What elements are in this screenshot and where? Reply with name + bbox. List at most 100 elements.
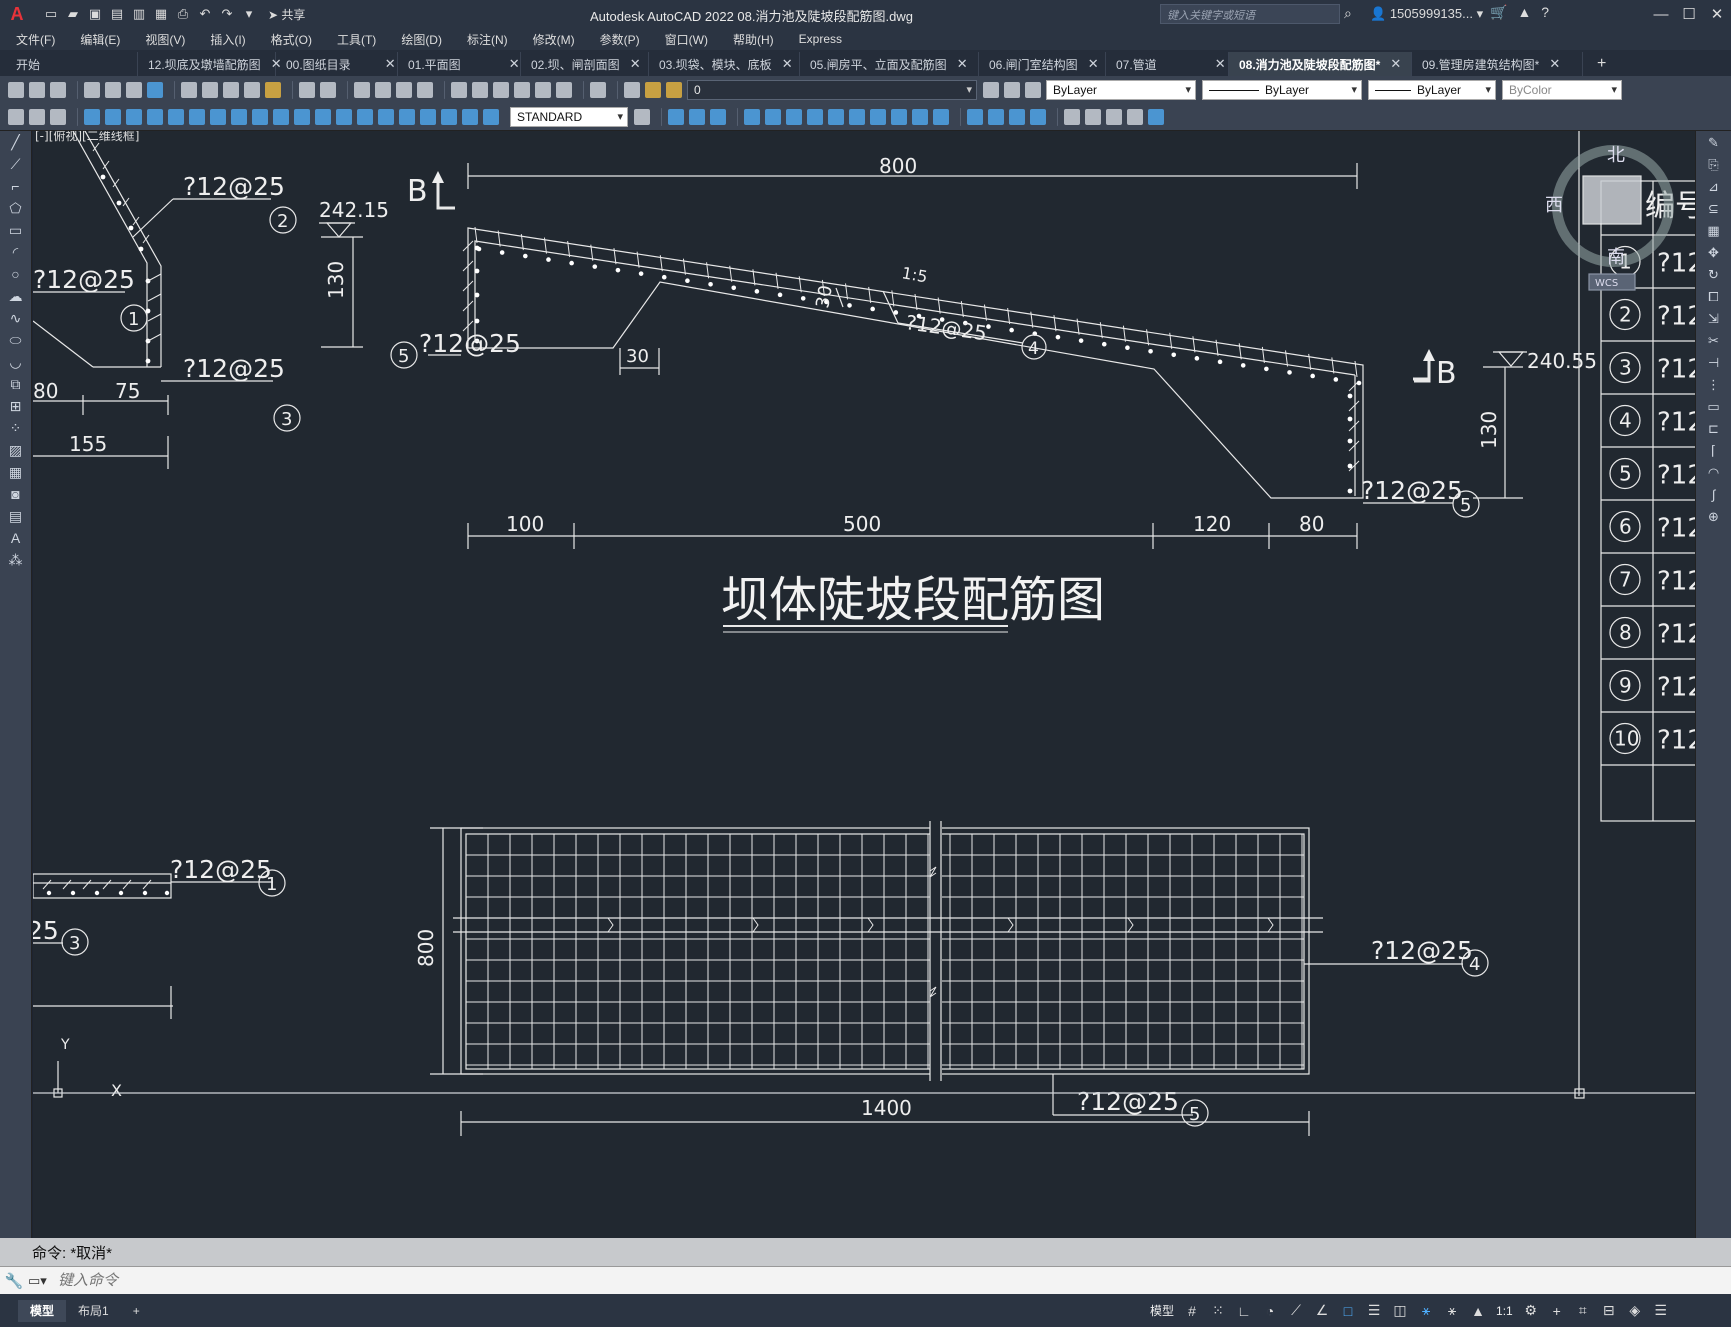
radius-dim-icon[interactable] <box>168 109 184 125</box>
copy-object-icon[interactable]: ⎘ <box>1706 157 1722 173</box>
search-input[interactable]: 键入关键字或短语 <box>1160 4 1340 24</box>
auto-scale-icon[interactable]: ⚹ <box>1444 1302 1460 1319</box>
table-icon[interactable]: ▤ <box>8 508 24 524</box>
tab-file[interactable]: 05.闸房平、立面及配筋图 ✕ <box>800 52 979 76</box>
close-tab-icon[interactable]: ✕ <box>385 56 396 72</box>
qnew-icon[interactable] <box>8 82 24 98</box>
menu-file[interactable]: 文件(F) <box>16 31 55 48</box>
rotate-icon[interactable]: ↻ <box>1706 267 1722 283</box>
isolate-objects-icon[interactable]: ◈ <box>1627 1302 1643 1319</box>
plot-preview-icon[interactable] <box>105 82 121 98</box>
box-icon[interactable] <box>668 109 684 125</box>
viewport-controls-label[interactable]: [-][俯视][二维线框] <box>35 131 139 143</box>
gradient-icon[interactable]: ▦ <box>8 464 24 480</box>
snap-icon[interactable]: ⁙ <box>1210 1302 1226 1319</box>
dim-space-icon[interactable] <box>315 109 331 125</box>
blend-curves-icon[interactable]: ∫ <box>1706 487 1722 503</box>
subtract-icon[interactable] <box>849 109 865 125</box>
annotation-scale-icon[interactable]: ▲ <box>1470 1303 1486 1319</box>
menu-view[interactable]: 视图(V) <box>145 31 185 48</box>
insert-block-icon[interactable]: ⧉ <box>8 376 24 392</box>
tab-start[interactable]: 开始 <box>6 52 138 76</box>
close-tab-icon[interactable]: ✕ <box>1549 56 1560 72</box>
circle-icon[interactable]: ○ <box>8 266 24 282</box>
menu-insert[interactable]: 插入(I) <box>210 31 245 48</box>
array-icon[interactable]: ▦ <box>1706 223 1722 239</box>
revision-cloud-icon[interactable]: ☁ <box>8 288 24 304</box>
extend-icon[interactable]: ⊣ <box>1706 355 1722 371</box>
new-tab-icon[interactable]: + <box>1597 52 1606 76</box>
ellipse-arc-icon[interactable]: ◡ <box>8 354 24 370</box>
menu-draw[interactable]: 绘图(D) <box>401 31 442 48</box>
offset-icon[interactable]: ⊆ <box>1706 201 1722 217</box>
diameter-dim-icon[interactable] <box>210 109 226 125</box>
plot-icon[interactable] <box>84 82 100 98</box>
help-icon[interactable]: ? <box>1541 4 1549 21</box>
3d-rotate-icon[interactable] <box>988 109 1004 125</box>
ordinate-icon[interactable] <box>147 109 163 125</box>
user-account[interactable]: 👤 1505999135... ▾ <box>1370 6 1483 22</box>
menu-edit[interactable]: 编辑(E) <box>80 31 120 48</box>
undo-icon[interactable] <box>299 82 315 98</box>
zoom-previous-icon[interactable] <box>417 82 433 98</box>
dim-style-dropdown[interactable]: STANDARD <box>510 107 628 127</box>
properties-icon[interactable] <box>451 82 467 98</box>
jogged-linear-icon[interactable] <box>420 109 436 125</box>
tab-file[interactable]: 00.图纸目录 ✕ <box>276 52 398 76</box>
3d-mirror-icon[interactable] <box>1030 109 1046 125</box>
lineweight-dropdown[interactable]: ByLayer <box>1368 80 1496 100</box>
mirror-icon[interactable]: ⊿ <box>1706 179 1722 195</box>
wedge-icon[interactable] <box>689 109 705 125</box>
break-at-point-icon[interactable]: ⋮ <box>1706 377 1722 393</box>
polyline-icon[interactable]: ⌐ <box>8 178 24 194</box>
share-button[interactable]: ➤ 共享 <box>268 6 305 23</box>
angular-dim-icon[interactable] <box>231 109 247 125</box>
menu-dimension[interactable]: 标注(N) <box>467 31 508 48</box>
continue-dim-icon[interactable] <box>294 109 310 125</box>
plotstyle-dropdown[interactable]: ByColor <box>1502 80 1622 100</box>
pan-icon[interactable] <box>354 82 370 98</box>
paste-icon[interactable] <box>223 82 239 98</box>
ortho-icon[interactable]: ∟ <box>1236 1303 1252 1319</box>
region-icon[interactable]: ◙ <box>8 486 24 502</box>
tolerance-icon[interactable] <box>357 109 373 125</box>
fillet-icon[interactable]: ◠ <box>1706 465 1722 481</box>
layer-state-icon[interactable] <box>1025 82 1041 98</box>
customize-dropdown-icon[interactable]: ▾ <box>240 5 258 23</box>
close-window-icon[interactable]: ✕ <box>1703 0 1731 28</box>
dim-style-icon[interactable] <box>634 109 650 125</box>
jogged-dim-icon[interactable] <box>189 109 205 125</box>
clean-screen-icon[interactable]: ☰ <box>1653 1302 1669 1319</box>
make-current-layer-icon[interactable] <box>983 82 999 98</box>
redo-icon[interactable]: ↷ <box>218 5 236 23</box>
open-web-icon[interactable]: ▥ <box>130 5 148 23</box>
undo-icon[interactable]: ↶ <box>196 5 214 23</box>
recent-commands-icon[interactable]: ▭▾ <box>28 1273 58 1289</box>
close-tab-icon[interactable]: ✕ <box>630 56 641 72</box>
zoom-window-icon[interactable] <box>396 82 412 98</box>
annotation-scale-value[interactable]: 1:1 <box>1496 1304 1513 1318</box>
block-icon[interactable] <box>29 109 45 125</box>
save-icon[interactable]: ▣ <box>86 5 104 23</box>
zoom-realtime-icon[interactable] <box>375 82 391 98</box>
explode-icon[interactable]: ⊕ <box>1706 509 1722 525</box>
join-icon[interactable]: ⊏ <box>1706 421 1722 437</box>
drawing-canvas[interactable]: [-][俯视][二维线框] ?12@25 ?12@25 ?12@25 2 1 3… <box>33 131 1695 1238</box>
ucs-previous-icon[interactable] <box>1106 109 1122 125</box>
menu-express[interactable]: Express <box>799 32 842 46</box>
quick-properties-icon[interactable]: ⊟ <box>1601 1302 1617 1319</box>
open-file-icon[interactable]: ▰ <box>64 5 82 23</box>
copy-icon[interactable] <box>202 82 218 98</box>
view-manager-icon[interactable] <box>1148 109 1164 125</box>
stretch-icon[interactable]: ⇲ <box>1706 311 1722 327</box>
units-icon[interactable]: ⌗ <box>1575 1302 1591 1319</box>
inspect-icon[interactable] <box>399 109 415 125</box>
transparency-icon[interactable]: ◫ <box>1392 1302 1408 1319</box>
save-icon[interactable] <box>50 82 66 98</box>
tool-palettes-icon[interactable] <box>493 82 509 98</box>
aligned-dim-icon[interactable] <box>105 109 121 125</box>
model-space-button[interactable]: 模型 <box>1150 1302 1174 1319</box>
workspace-gear-icon[interactable]: ⚙ <box>1523 1302 1539 1319</box>
dim-update-icon[interactable] <box>483 109 499 125</box>
layout-tab-1[interactable]: 布局1 <box>66 1300 121 1322</box>
